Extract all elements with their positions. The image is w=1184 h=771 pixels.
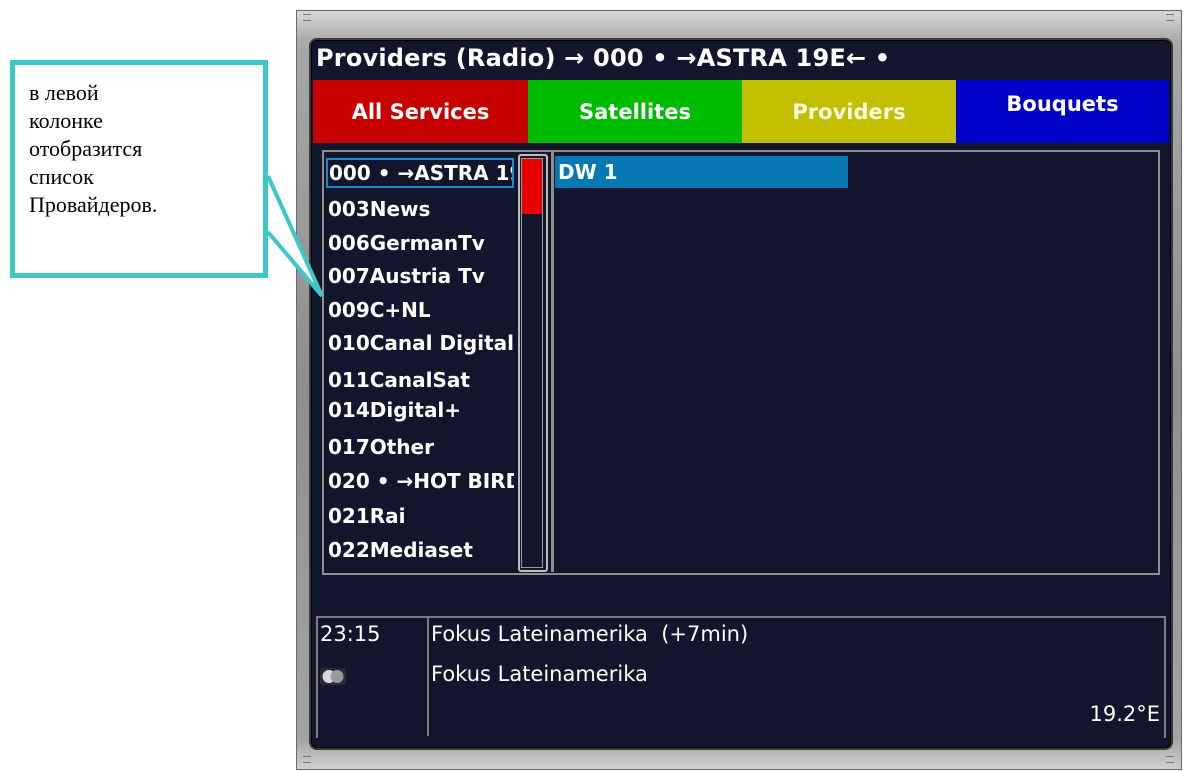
provider-item[interactable]: 011CanalSat [326,366,514,396]
frame-notch [1166,756,1174,763]
provider-item[interactable]: 022Mediaset [326,536,514,566]
channel-item-dw1[interactable]: DW 1 [555,156,848,188]
provider-item[interactable]: 007Austria Tv [326,262,514,292]
scrollbar-thumb[interactable] [522,159,542,214]
callout-line: список [29,164,94,189]
tab-satellites[interactable]: Satellites [528,80,742,143]
tab-bouquets[interactable]: Bouquets [956,80,1169,143]
provider-item[interactable]: 010Canal Digital [326,329,514,359]
provider-item[interactable]: 009C+NL [326,296,514,326]
provider-item[interactable]: 006GermanTv [326,229,514,259]
next-playing-title: Fokus Lateinamerika [431,662,648,686]
provider-item[interactable]: 020 • →HOT BIRD [326,467,514,497]
callout-line: в левой [29,80,99,105]
callout-line: Провайдеров. [29,192,158,217]
frame-notch [303,14,311,21]
tab-all-services[interactable]: All Services [313,80,528,143]
orbital-position: 19.2°E [1089,702,1160,726]
provider-item-astra-19e[interactable]: 000 • →ASTRA 19E [326,158,514,188]
frame-notch [303,756,311,763]
column-divider [551,152,554,572]
clock: 23:15 [320,622,381,646]
now-playing-title: Fokus Lateinamerika (+7min) [431,622,749,646]
provider-item[interactable]: 014Digital+ [326,396,514,426]
stereo-audio-icon [320,668,346,685]
frame-notch [1166,14,1174,21]
callout-annotation: в левой колонке отобразится список Прова… [10,60,268,278]
scrollbar-track[interactable] [521,158,543,568]
provider-item[interactable]: 021Rai [326,502,514,532]
tab-providers[interactable]: Providers [742,80,956,143]
provider-item[interactable]: 017Other [326,433,514,463]
page-title: Providers (Radio) → 000 • →ASTRA 19E← • [316,44,891,72]
callout-line: отобразится [29,136,143,161]
info-divider [427,618,429,736]
provider-item[interactable]: 003News [326,195,514,225]
callout-line: колонке [29,108,103,133]
